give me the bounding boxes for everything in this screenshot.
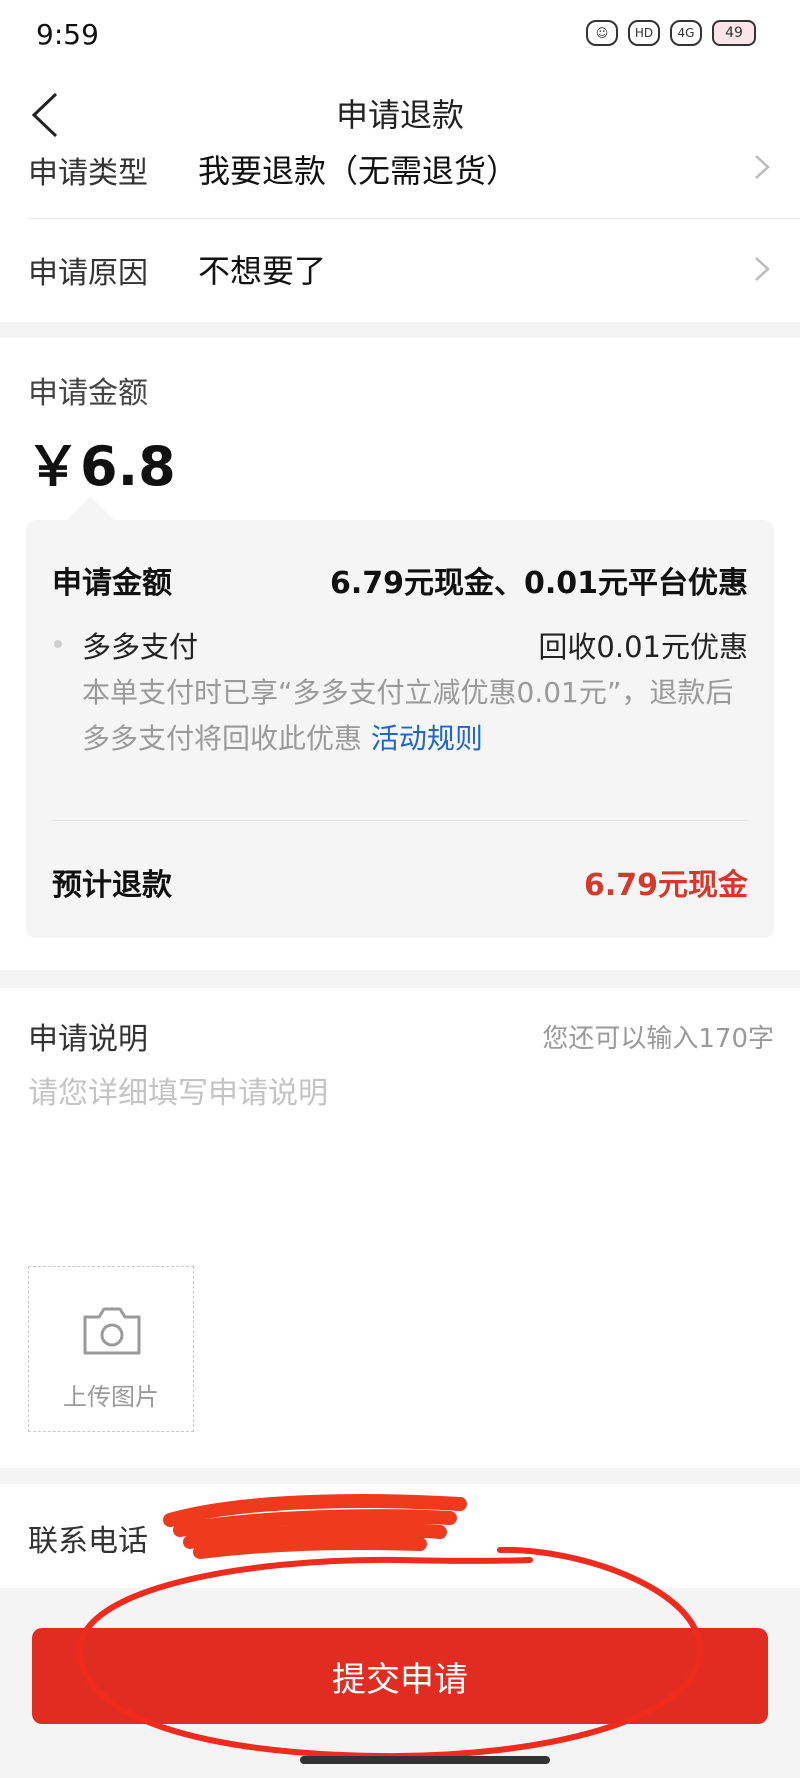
- discount-title: 多多支付: [82, 630, 199, 664]
- hd-icon: HD: [628, 20, 660, 46]
- rules-link[interactable]: 活动规则: [371, 722, 483, 755]
- camera-icon: [83, 1307, 141, 1355]
- chevron-right-icon: [755, 257, 770, 281]
- discount-description: 本单支付时已享“多多支付立减优惠0.01元”，退款后多多支付将回收此优惠 活动规…: [82, 670, 742, 762]
- bullet-dot: [54, 640, 62, 648]
- type-value: 我要退款（无需退货）: [198, 152, 519, 190]
- amount-detail-panel: 申请金额 6.79元现金、0.01元平台优惠 多多支付 回收0.01元优惠 本单…: [26, 520, 774, 938]
- divider: [28, 218, 800, 219]
- battery-icon: 49: [712, 20, 756, 46]
- status-bar: 9:59 ☺ HD 4G 49: [0, 0, 800, 70]
- reason-row[interactable]: 申请原因 不想要了: [0, 220, 800, 320]
- estimate-value: 6.79元现金: [583, 868, 748, 903]
- notification-icon: ☺: [586, 20, 618, 46]
- reason-value: 不想要了: [198, 252, 327, 290]
- explanation-label: 申请说明: [28, 1022, 148, 1057]
- upload-image-button[interactable]: 上传图片: [28, 1266, 194, 1432]
- status-time: 9:59: [36, 18, 99, 51]
- reason-label: 申请原因: [28, 256, 148, 291]
- highlight-circle: [76, 1546, 704, 1760]
- divider: [52, 820, 748, 821]
- back-button[interactable]: [20, 90, 70, 140]
- chevron-left-icon: [31, 92, 58, 138]
- detail-label: 申请金额: [52, 566, 172, 601]
- refund-options-card: 申请类型 我要退款（无需退货） 申请原因 不想要了: [0, 152, 800, 322]
- pointer-triangle: [66, 496, 114, 520]
- upload-label: 上传图片: [63, 1383, 159, 1411]
- amount-value: ￥6.8: [26, 435, 176, 498]
- discount-value: 回收0.01元优惠: [538, 630, 748, 664]
- detail-value: 6.79元现金、0.01元平台优惠: [329, 566, 748, 601]
- status-icons: ☺ HD 4G 49: [586, 20, 756, 46]
- explanation-input[interactable]: [28, 1068, 768, 1188]
- type-row[interactable]: 申请类型 我要退款（无需退货）: [0, 138, 800, 198]
- network-icon: 4G: [670, 20, 702, 46]
- char-counter: 您还可以输入170字: [542, 1024, 774, 1054]
- chevron-right-icon: [755, 155, 770, 179]
- amount-card: 申请金额 ￥6.8 申请金额 6.79元现金、0.01元平台优惠 多多支付 回收…: [0, 338, 800, 970]
- amount-label: 申请金额: [28, 376, 148, 411]
- estimate-label: 预计退款: [52, 868, 172, 903]
- type-label: 申请类型: [28, 156, 148, 191]
- home-indicator: [300, 1756, 550, 1764]
- explanation-card: 申请说明 您还可以输入170字 上传图片: [0, 988, 800, 1468]
